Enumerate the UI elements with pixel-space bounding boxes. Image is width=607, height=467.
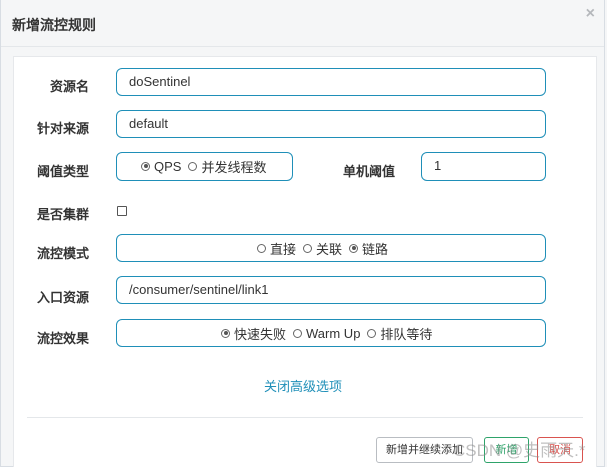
- cluster-checkbox[interactable]: [117, 206, 127, 216]
- resource-label: 资源名: [49, 79, 89, 94]
- radio-selected-icon: [349, 243, 359, 253]
- dialog-title: 新增流控规则: [12, 17, 96, 33]
- radio-icon: [367, 328, 377, 338]
- flow-effect-fastfail-label: 快速失败: [234, 326, 287, 342]
- radio-selected-icon: [141, 161, 150, 171]
- threshold-type-thread-label: 并发线程数: [201, 159, 267, 175]
- flow-effect-group: 快速失败 Warm Up 排队等待: [116, 319, 546, 347]
- cancel-button[interactable]: 取消: [537, 437, 583, 463]
- radio-icon: [293, 328, 303, 338]
- add-and-continue-button[interactable]: 新增并继续添加: [376, 437, 473, 463]
- entry-resource-label: 入口资源: [36, 290, 89, 305]
- flow-rule-dialog: 新增流控规则 × 资源名 doSentinel 针对来源 default 阈值类…: [0, 0, 605, 467]
- add-button[interactable]: 新增: [484, 437, 529, 463]
- threshold-type-thread-radio[interactable]: 并发线程数: [188, 157, 266, 176]
- flow-effect-label: 流控效果: [36, 331, 89, 346]
- flow-effect-fastfail-radio[interactable]: 快速失败: [221, 324, 286, 343]
- flow-mode-relate-radio[interactable]: 关联: [303, 239, 342, 258]
- flow-effect-queue-label: 排队等待: [380, 326, 433, 342]
- source-input[interactable]: default: [116, 110, 546, 138]
- flow-mode-chain-radio[interactable]: 链路: [349, 239, 388, 258]
- flow-mode-direct-radio[interactable]: 直接: [257, 239, 296, 258]
- entry-resource-input[interactable]: /consumer/sentinel/link1: [116, 276, 546, 304]
- radio-icon: [303, 243, 313, 253]
- flow-mode-chain-label: 链路: [362, 241, 389, 257]
- title-divider: [1, 46, 604, 47]
- radio-selected-icon: [221, 328, 230, 338]
- close-icon[interactable]: ×: [586, 5, 595, 23]
- cluster-label: 是否集群: [36, 207, 89, 222]
- resource-input[interactable]: doSentinel: [116, 68, 546, 96]
- flow-mode-direct-label: 直接: [270, 241, 297, 257]
- advanced-options-toggle[interactable]: 关闭高级选项: [264, 376, 342, 395]
- threshold-type-label: 阈值类型: [36, 164, 89, 179]
- radio-icon: [188, 161, 198, 171]
- single-threshold-label: 单机阈值: [342, 164, 395, 179]
- flow-effect-warmup-radio[interactable]: Warm Up: [293, 326, 360, 341]
- flow-mode-label: 流控模式: [36, 246, 89, 261]
- footer-divider: [27, 417, 583, 418]
- flow-mode-group: 直接 关联 链路: [116, 234, 546, 262]
- threshold-type-qps-radio[interactable]: QPS: [141, 159, 181, 174]
- flow-effect-warmup-label: Warm Up: [306, 325, 361, 341]
- flow-mode-relate-label: 关联: [316, 241, 343, 257]
- source-label: 针对来源: [36, 121, 89, 136]
- single-threshold-input[interactable]: 1: [421, 152, 546, 181]
- flow-effect-queue-radio[interactable]: 排队等待: [367, 324, 432, 343]
- threshold-type-qps-label: QPS: [154, 158, 182, 174]
- threshold-type-group: QPS 并发线程数: [116, 152, 293, 181]
- radio-icon: [257, 243, 266, 253]
